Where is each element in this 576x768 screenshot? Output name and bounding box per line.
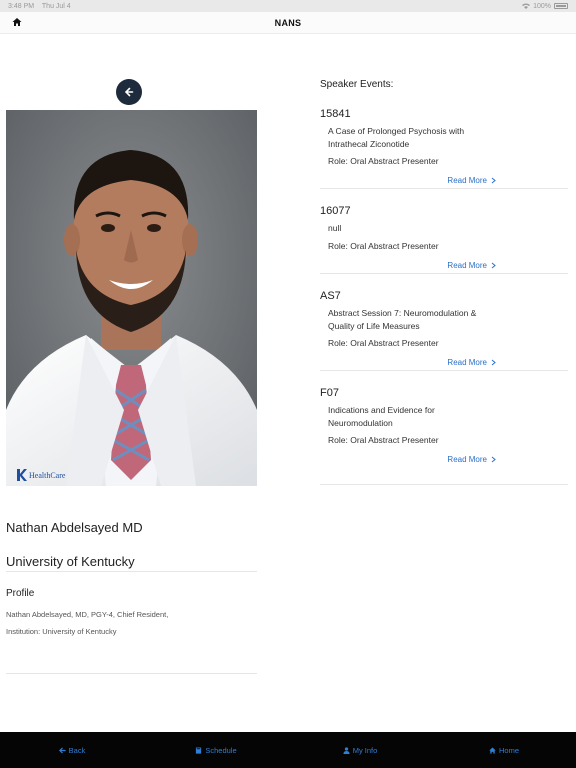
tab-label: Schedule bbox=[205, 745, 237, 755]
event-role: Role: Oral Abstract Presenter bbox=[328, 338, 439, 348]
user-icon bbox=[343, 746, 350, 754]
chevron-right-icon bbox=[491, 456, 496, 463]
event-title: Indications and Evidence for Neuromodula… bbox=[328, 405, 435, 428]
tab-schedule[interactable]: Schedule bbox=[144, 732, 288, 768]
tab-label: My Info bbox=[352, 745, 378, 755]
home-icon[interactable] bbox=[12, 17, 22, 27]
event-item: AS7 Abstract Session 7: Neuromodulation … bbox=[320, 290, 568, 372]
healthcare-logo-text: HealthCare bbox=[29, 471, 66, 480]
read-more-label: Read More bbox=[447, 261, 487, 270]
event-title: Abstract Session 7: Neuromodulation & Qu… bbox=[328, 308, 477, 331]
status-bar: 3:48 PM Thu Jul 4 100% bbox=[0, 0, 576, 12]
divider bbox=[320, 273, 568, 274]
event-item: F07 Indications and Evidence for Neuromo… bbox=[320, 387, 568, 487]
event-title: A Case of Prolonged Psychosis with Intra… bbox=[328, 126, 465, 149]
tab-label: Back bbox=[68, 745, 86, 755]
read-more-link[interactable]: Read More bbox=[447, 261, 496, 270]
event-role: Role: Oral Abstract Presenter bbox=[328, 156, 439, 166]
tab-home[interactable]: Home bbox=[432, 732, 576, 768]
chevron-right-icon bbox=[491, 359, 496, 366]
event-title: null bbox=[328, 223, 342, 233]
wifi-icon bbox=[522, 3, 531, 9]
profile-heading: Profile bbox=[6, 588, 35, 599]
chevron-right-icon bbox=[491, 177, 496, 184]
tab-back[interactable]: Back bbox=[0, 732, 144, 768]
event-role: Role: Oral Abstract Presenter bbox=[328, 240, 439, 251]
events-heading: Speaker Events: bbox=[320, 79, 394, 90]
tab-label: Home bbox=[498, 745, 519, 755]
event-code: AS7 bbox=[320, 290, 341, 302]
tab-bar: Back Schedule My Info Home bbox=[0, 732, 576, 768]
speaker-institution: University of Kentucky bbox=[6, 554, 135, 569]
divider bbox=[320, 370, 568, 371]
status-date: Thu Jul 4 bbox=[41, 2, 71, 10]
read-more-label: Read More bbox=[447, 455, 487, 464]
home-icon bbox=[489, 746, 496, 754]
event-item: 16077 null Role: Oral Abstract Presenter… bbox=[320, 205, 568, 275]
arrow-left-icon bbox=[58, 746, 66, 754]
read-more-link[interactable]: Read More bbox=[447, 176, 496, 185]
healthcare-logo bbox=[17, 469, 27, 481]
status-time: 3:48 PM bbox=[8, 2, 35, 10]
read-more-label: Read More bbox=[447, 176, 487, 185]
event-role: Role: Oral Abstract Presenter bbox=[328, 435, 439, 445]
page-title: NANS bbox=[274, 17, 302, 28]
chevron-right-icon bbox=[491, 262, 496, 269]
battery-percent: 100% bbox=[533, 2, 551, 10]
event-code: 16077 bbox=[320, 205, 351, 217]
divider bbox=[6, 571, 257, 572]
divider bbox=[320, 484, 568, 485]
event-code: F07 bbox=[320, 387, 339, 399]
back-button[interactable] bbox=[116, 79, 142, 105]
navigation-bar: NANS bbox=[0, 12, 576, 34]
read-more-label: Read More bbox=[447, 358, 487, 367]
battery-icon bbox=[554, 3, 568, 9]
speaker-photo: HealthCare bbox=[6, 110, 257, 486]
speaker-name: Nathan Abdelsayed MD bbox=[6, 520, 143, 535]
profile-line: Institution: University of Kentucky bbox=[6, 627, 117, 636]
arrow-left-icon bbox=[124, 87, 134, 97]
book-icon bbox=[196, 746, 202, 754]
event-code: 15841 bbox=[320, 108, 351, 120]
read-more-link[interactable]: Read More bbox=[447, 455, 496, 464]
profile-line: Nathan Abdelsayed, MD, PGY-4, Chief Resi… bbox=[6, 610, 169, 619]
tab-my-info[interactable]: My Info bbox=[288, 732, 432, 768]
event-item: 15841 A Case of Prolonged Psychosis with… bbox=[320, 108, 568, 190]
divider bbox=[6, 673, 257, 674]
read-more-link[interactable]: Read More bbox=[447, 358, 496, 367]
divider bbox=[320, 188, 568, 189]
